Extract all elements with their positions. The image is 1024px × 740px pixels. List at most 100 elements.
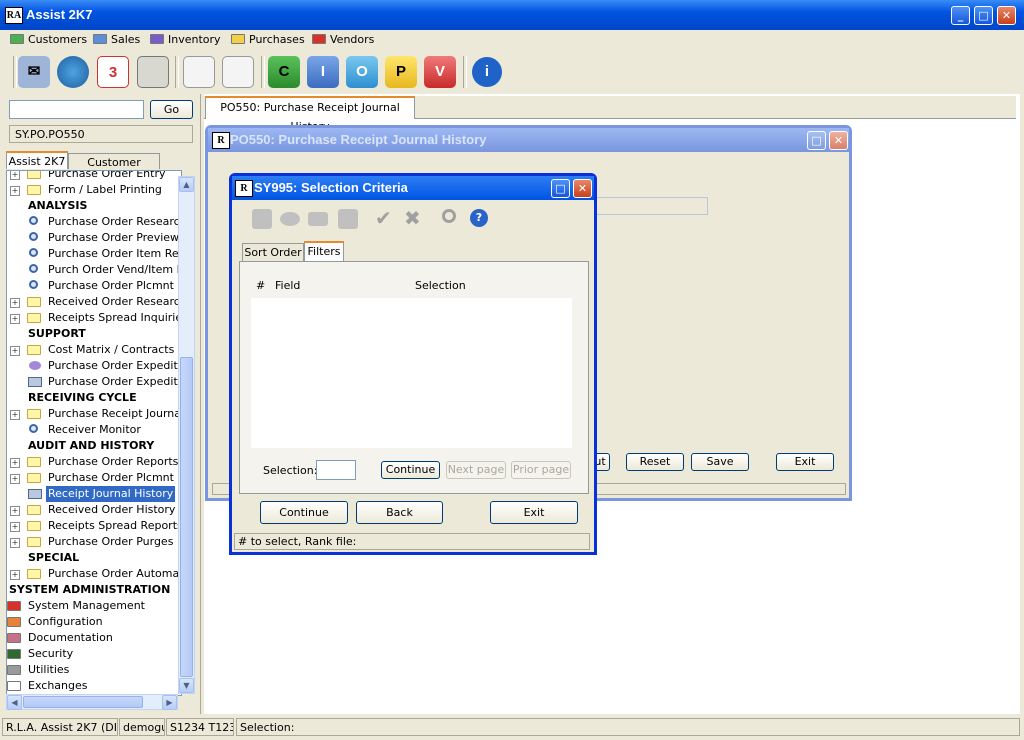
tree-item[interactable]: + Purchase Order Reports [7,454,179,470]
expand-icon[interactable]: + [10,458,20,468]
tree-item[interactable]: + Received Order History Re [7,502,181,518]
calculator-icon[interactable] [137,56,169,88]
tree-item-label: RECEIVING CYCLE [28,391,137,404]
tree-item[interactable]: Purchase Order Expedite R [7,374,181,390]
report-icon[interactable] [222,56,254,88]
expand-icon[interactable]: + [10,522,20,532]
tab-filters[interactable]: Filters [304,241,344,261]
tree-item[interactable]: Purchase Order Plcmnt Inq [7,278,181,294]
filter-continue-button[interactable]: Continue [381,461,440,479]
menu-vendors[interactable]: Vendors [312,32,374,48]
tree-item[interactable]: SUPPORT [7,326,179,342]
continue-button[interactable]: Continue [260,501,348,524]
po550-exit-button[interactable]: Exit [776,453,834,471]
scroll-thumb[interactable] [23,696,143,708]
expand-icon[interactable]: + [10,570,20,580]
po550-save-button[interactable]: Save [691,453,749,471]
po550-maximize-button[interactable]: □ [807,131,826,150]
scroll-thumb[interactable] [180,357,193,677]
tree-item[interactable]: Purchase Order Expedite E [7,358,181,374]
tree-item[interactable]: Purchase Order Preview [7,230,179,246]
tree-item[interactable]: AUDIT AND HISTORY [7,438,179,454]
document-icon[interactable] [183,56,215,88]
filters-list[interactable] [251,298,572,448]
info-icon[interactable]: i [472,57,502,87]
back-button[interactable]: Back [356,501,443,524]
go-button[interactable]: Go [150,100,193,119]
tab-customer-service[interactable]: Customer Service [68,153,160,186]
tree-item[interactable]: Receiver Monitor [7,422,179,438]
tree-item[interactable]: Exchanges [7,678,179,694]
selection-input[interactable] [316,460,356,480]
tree-item[interactable]: + Form / Label Printing [7,182,179,198]
tree-item[interactable]: Documentation [7,630,179,646]
tree-item[interactable]: System Management [7,598,179,614]
tree-item[interactable]: + Purchase Order Automatio [7,566,181,582]
menu-customers[interactable]: Customers [10,32,87,48]
menu-sales[interactable]: Sales [93,32,140,48]
scroll-up-button[interactable]: ▲ [179,177,194,192]
expand-icon[interactable]: + [10,506,20,516]
maximize-button[interactable]: □ [974,6,993,25]
tree-item[interactable]: + Purchase Receipt Journal [7,406,181,422]
minimize-button[interactable]: _ [951,6,970,25]
po550-field[interactable] [586,197,708,215]
i-icon[interactable]: I [307,56,339,88]
tree-item[interactable]: + Received Order Researche [7,294,181,310]
scroll-left-button[interactable]: ◀ [7,695,22,710]
tree-item[interactable]: Receipt Journal History [7,486,179,502]
tree-vertical-scrollbar[interactable]: ▲ ▼ [178,176,195,694]
menu-inventory[interactable]: Inventory [150,32,221,48]
sy995-close-button[interactable]: ✕ [573,179,592,198]
mail-icon[interactable]: ✉ [18,56,50,88]
expand-icon[interactable]: + [10,410,20,420]
c-icon[interactable]: C [268,56,300,88]
po550-close-button[interactable]: ✕ [829,131,848,150]
tab-po550[interactable]: PO550: Purchase Receipt Journal History [205,96,415,133]
scroll-right-button[interactable]: ▶ [162,695,177,710]
tree-item[interactable]: SPECIAL [7,550,179,566]
tree-item[interactable]: Purchase Order Item Resea [7,246,181,262]
prior-page-button[interactable]: Prior page [511,461,571,479]
tree-item[interactable]: + Receipts Spread Reports [7,518,181,534]
expand-icon[interactable]: + [10,314,20,324]
next-page-button[interactable]: Next page [446,461,506,479]
globe-icon[interactable] [57,56,89,88]
tree-item[interactable]: ANALYSIS [7,198,179,214]
tree-item[interactable]: Configuration [7,614,179,630]
v-icon[interactable]: V [424,56,456,88]
tree-item[interactable]: + Purchase Order Plcmnt Rep [7,470,181,486]
expand-icon[interactable]: + [10,474,20,484]
folder-icon [7,681,21,691]
search-input[interactable] [9,100,144,119]
tab-sort-order[interactable]: Sort Order [242,243,304,261]
expand-icon[interactable]: + [10,186,20,196]
calendar-icon[interactable]: 3 [97,56,129,88]
p-icon[interactable]: P [385,56,417,88]
expand-icon[interactable]: + [10,171,20,180]
tree-horizontal-scrollbar[interactable]: ◀ ▶ [6,694,178,710]
tree-item[interactable]: Purch Order Vend/Item Re [7,262,181,278]
tree-item[interactable]: + Purchase Order Entry [7,171,179,182]
tree-item[interactable]: RECEIVING CYCLE [7,390,179,406]
help-icon[interactable]: ? [470,209,488,227]
expand-icon[interactable]: + [10,538,20,548]
tree-item[interactable]: SYSTEM ADMINISTRATION [7,582,179,598]
tree-item[interactable]: + Cost Matrix / Contracts [7,342,179,358]
expand-icon[interactable]: + [10,346,20,356]
o-icon[interactable]: O [346,56,378,88]
search-icon [442,209,456,223]
close-button[interactable]: ✕ [997,6,1016,25]
tree-item[interactable]: + Receipts Spread Inquiries [7,310,181,326]
tab-assist-2k7[interactable]: Assist 2K7 [6,151,68,169]
tree-item[interactable]: Utilities [7,662,179,678]
expand-icon[interactable]: + [10,298,20,308]
menu-purchases[interactable]: Purchases [231,32,305,48]
sy995-maximize-button[interactable]: □ [551,179,570,198]
scroll-down-button[interactable]: ▼ [179,678,194,693]
tree-item[interactable]: Security [7,646,179,662]
tree-item[interactable]: Purchase Order Research [7,214,181,230]
tree-item[interactable]: + Purchase Order Purges [7,534,179,550]
exit-button[interactable]: Exit [490,501,578,524]
po550-reset-button[interactable]: Reset [626,453,684,471]
